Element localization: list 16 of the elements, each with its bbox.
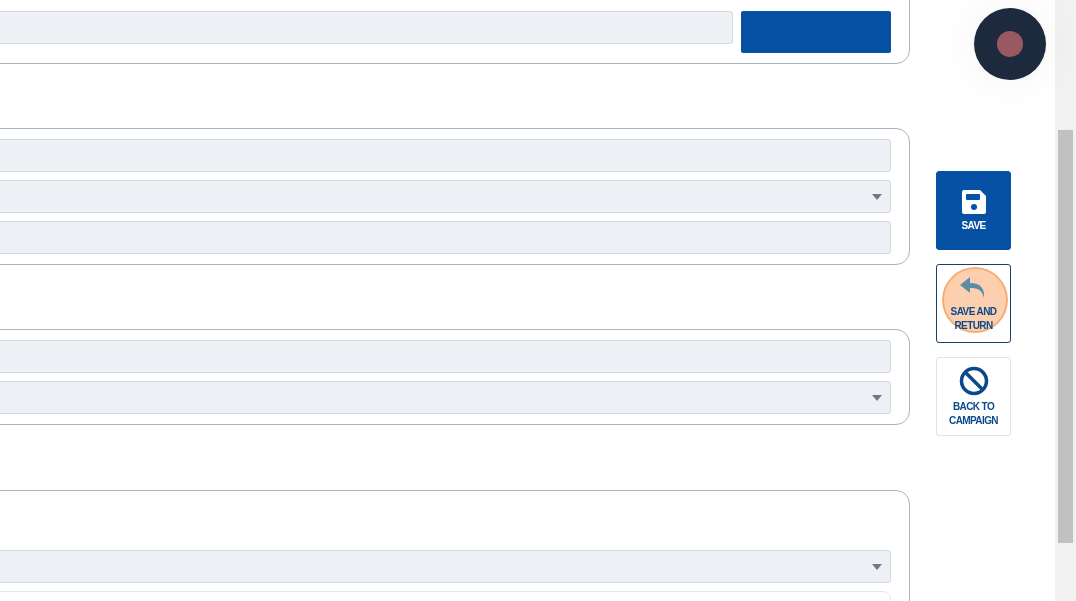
prohibited-icon [958,365,989,396]
dropdown-caret-icon [872,394,882,401]
select-field[interactable] [0,550,891,583]
action-button[interactable] [741,11,891,53]
input-field[interactable] [0,139,891,172]
action-button[interactable]: SAVE [936,171,1011,250]
action-button[interactable]: SAVE AND RETURN [936,264,1011,343]
dropdown-caret-icon [872,563,882,570]
input-field[interactable] [0,221,891,254]
input-field[interactable] [0,340,891,373]
dropdown-caret-icon [872,193,882,200]
scrollbar[interactable] [1055,0,1076,601]
select-field[interactable] [0,180,891,213]
select-field[interactable] [0,381,891,414]
action-button[interactable]: BACK TO CAMPAIGN [936,357,1011,436]
input-field[interactable] [0,11,733,44]
